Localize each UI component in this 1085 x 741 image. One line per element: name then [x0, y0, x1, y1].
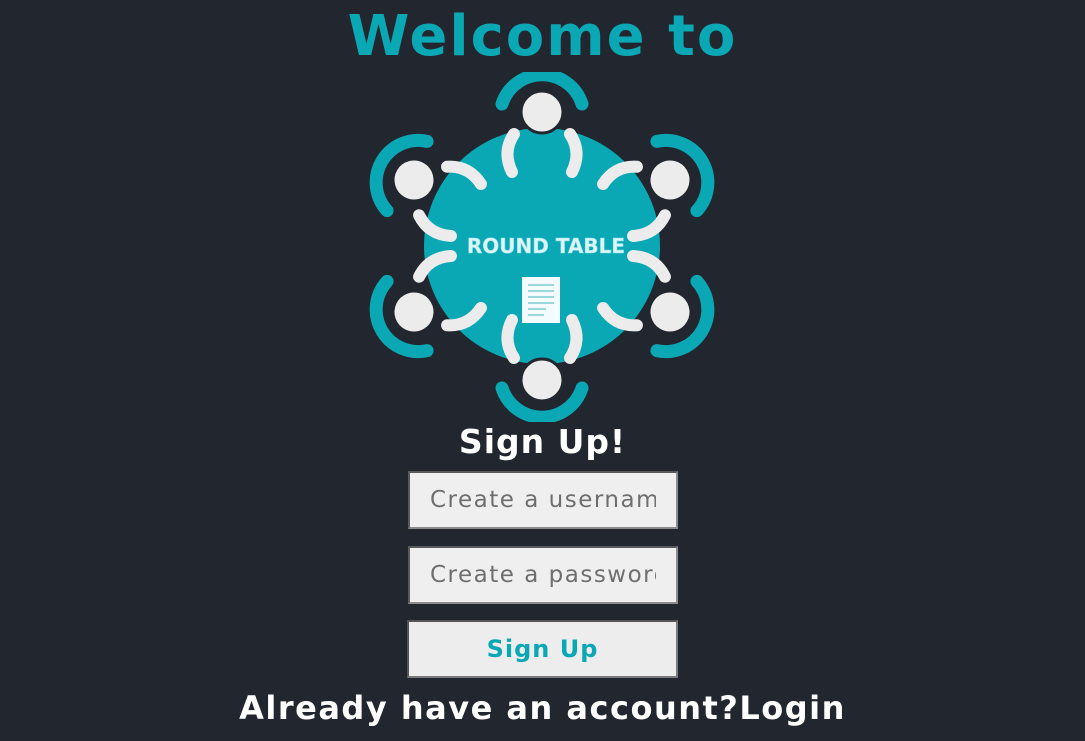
login-link[interactable]: Login [739, 689, 846, 727]
round-table-logo-icon: ROUND TABLE [366, 72, 718, 422]
login-prompt-text: Already have an account? [239, 689, 740, 727]
signup-button[interactable]: Sign Up [407, 620, 678, 678]
signup-heading: Sign Up! [458, 422, 627, 461]
username-input[interactable] [408, 471, 678, 529]
document-icon [522, 277, 560, 323]
signup-page: Welcome to ROUND TABLE Sign Up! Create a… [0, 0, 1085, 741]
logo-label: ROUND TABLE [467, 234, 625, 258]
welcome-title: Welcome to [347, 4, 738, 69]
password-input[interactable] [408, 546, 678, 604]
login-prompt: Already have an account?Login [0, 685, 1085, 731]
